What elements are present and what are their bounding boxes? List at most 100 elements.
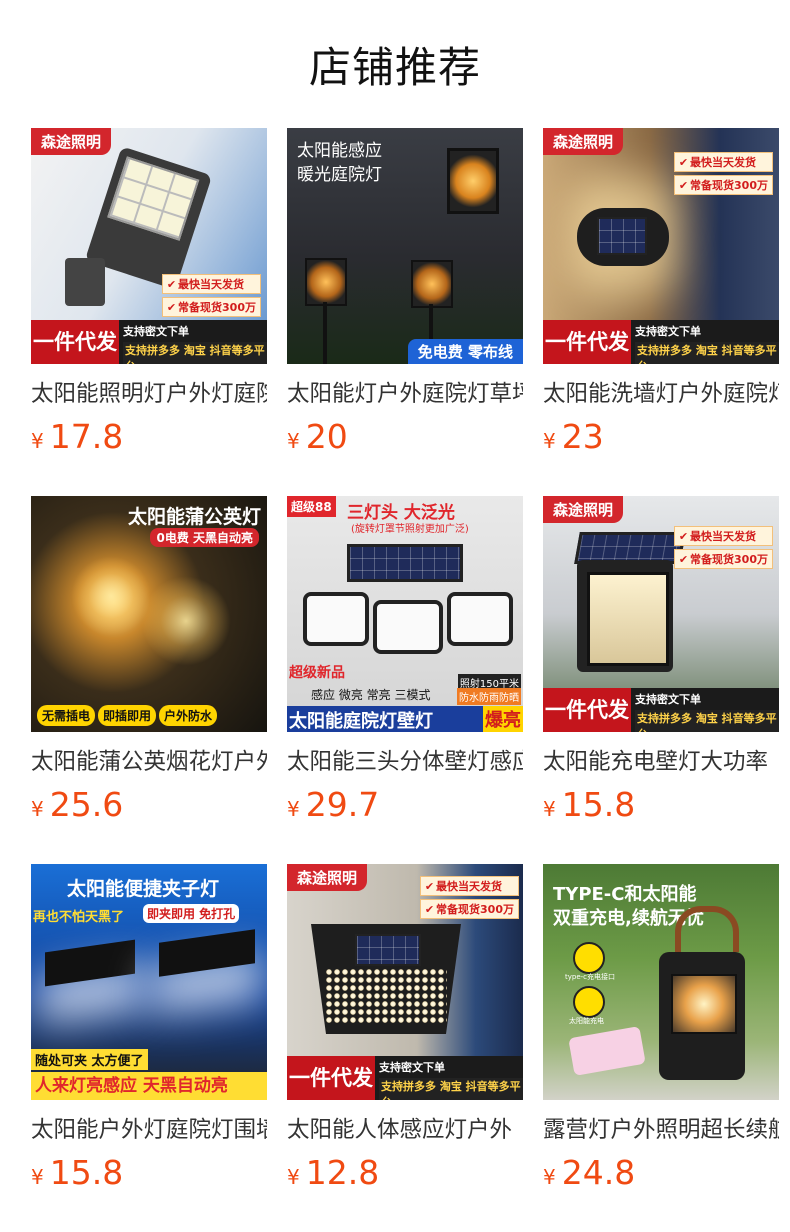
promo-bar: 一件代发 支持密文下单 支持拼多多 淘宝 抖音等多平台: [543, 688, 779, 732]
currency-symbol: ¥: [287, 1165, 300, 1189]
product-image[interactable]: 森途照明 最快当天发货 常备现货300万 一件代发 支持密文下单 支持拼多多 淘…: [287, 864, 523, 1100]
lamp-post: [305, 258, 347, 306]
brand-label: 森途照明: [31, 128, 112, 155]
bottom-label: 随处可夹 太方便了: [31, 1049, 148, 1070]
firework-burst: [141, 576, 231, 666]
tag-list: 最快当天发货 常备现货300万: [161, 274, 261, 320]
promo-line2: 支持拼多多 淘宝 抖音等多平台: [123, 342, 267, 364]
modes-label: 感应 微亮 常亮 三模式: [311, 688, 431, 702]
promo-line1: 支持密文下单: [123, 325, 189, 338]
product-card[interactable]: 超级88 三灯头 大泛光 (旋转灯罩节照射更加广泛) 超级新品 照射150平米 …: [287, 496, 523, 828]
product-image[interactable]: 太阳能感应 暖光庭院灯 免电费 零布线: [287, 128, 523, 364]
product-image[interactable]: 森途照明 最快当天发货 常备现货300万 一件代发 支持密文下单 支持拼多多 淘…: [31, 128, 267, 364]
corner-badge: 超级88: [287, 496, 336, 517]
product-card[interactable]: 太阳能蒲公英灯 0电费 天黑自动亮 无需插电 即插即用 户外防水 太阳能蒲公英烟花灯…: [31, 496, 267, 828]
product-card[interactable]: 森途照明 最快当天发货 常备现货300万 一件代发 支持密文下单 支持拼多多 淘…: [31, 128, 267, 460]
currency-symbol: ¥: [287, 797, 300, 821]
price-value: 17.8: [49, 417, 124, 456]
lamp-mount: [65, 258, 105, 306]
tag-list: 最快当天发货 常备现货300万: [673, 152, 773, 198]
product-image[interactable]: 森途照明 最快当天发货 常备现货300万 一件代发 支持密文下单 支持拼多多 淘…: [543, 496, 779, 732]
promo-banner: 免电费 零布线: [407, 339, 523, 364]
price-value: 15.8: [561, 785, 636, 824]
dropship-badge: 一件代发: [31, 320, 119, 364]
product-name[interactable]: 太阳能蒲公英烟花灯户外: [31, 748, 267, 776]
product-image[interactable]: 森途照明 最快当天发货 常备现货300万 一件代发 支持密文下单 支持拼多多 淘…: [543, 128, 779, 364]
product-name[interactable]: 露营灯户外照明超长续航: [543, 1116, 779, 1144]
feature-pill: 户外防水: [159, 705, 218, 726]
image-subtitle: 0电费 天黑自动亮: [150, 528, 259, 547]
currency-symbol: ¥: [31, 429, 44, 453]
product-image[interactable]: TYPE-C和太阳能 双重充电,续航无忧 type-c充电接口 太阳能充电: [543, 864, 779, 1100]
product-card[interactable]: 森途照明 最快当天发货 常备现货300万 一件代发 支持密文下单 支持拼多多 淘…: [543, 496, 779, 828]
product-price: ¥20: [287, 420, 523, 460]
product-card[interactable]: 森途照明 最快当天发货 常备现货300万 一件代发 支持密文下单 支持拼多多 淘…: [287, 864, 523, 1196]
product-card[interactable]: TYPE-C和太阳能 双重充电,续航无忧 type-c充电接口 太阳能充电 露营…: [543, 864, 779, 1196]
tag: 常备现货300万: [161, 297, 261, 317]
sun-icon: [573, 986, 605, 1018]
clip-lamp: [45, 939, 135, 987]
hot-label: 爆亮: [483, 706, 523, 732]
tag: 常备现货300万: [673, 549, 773, 569]
promo-bar: 一件代发 支持密文下单 支持拼多多 淘宝 抖音等多平台: [543, 320, 779, 364]
image-subtitle: 即夹即用 免打孔: [143, 904, 240, 923]
led-array: [325, 968, 447, 1024]
promo-bar: 一件代发 支持密文下单 支持拼多多 淘宝 抖音等多平台: [287, 1056, 523, 1100]
currency-symbol: ¥: [31, 797, 44, 821]
image-title: 暖光庭院灯: [297, 165, 382, 185]
lamp-body: [311, 924, 461, 1034]
bottom-banner: 人来灯亮感应 天黑自动亮: [31, 1072, 267, 1100]
power-bank: [568, 1026, 646, 1076]
lamp-body: [577, 208, 669, 266]
product-name[interactable]: 太阳能灯户外庭院灯草坪灯: [287, 380, 523, 408]
product-name[interactable]: 太阳能充电壁灯大功率: [543, 748, 779, 776]
price-value: 23: [561, 417, 604, 456]
tag-list: 最快当天发货 常备现货300万: [673, 526, 773, 572]
feature-pills: 无需插电 即插即用 户外防水: [37, 705, 220, 726]
promo-line1: 支持密文下单: [379, 1061, 445, 1074]
lamp-head: [447, 148, 499, 214]
tag-list: 最快当天发货 常备现货300万: [419, 876, 519, 922]
price-value: 25.6: [49, 785, 124, 824]
dropship-badge: 一件代发: [543, 688, 631, 732]
promo-line2: 支持拼多多 淘宝 抖音等多平台: [635, 710, 779, 732]
product-card[interactable]: 森途照明 最快当天发货 常备现货300万 一件代发 支持密文下单 支持拼多多 淘…: [543, 128, 779, 460]
currency-symbol: ¥: [543, 1165, 556, 1189]
price-value: 12.8: [305, 1153, 380, 1192]
product-image[interactable]: 超级88 三灯头 大泛光 (旋转灯罩节照射更加广泛) 超级新品 照射150平米 …: [287, 496, 523, 732]
image-title: 太阳能感应: [297, 141, 382, 161]
lantern-body: [659, 952, 745, 1080]
waterproof-label: 防水防雨防晒: [457, 688, 521, 705]
tag: 最快当天发货: [673, 152, 773, 172]
image-title: TYPE-C和太阳能: [553, 884, 697, 905]
product-card[interactable]: 太阳能感应 暖光庭院灯 免电费 零布线 太阳能灯户外庭院灯草坪灯 ¥20: [287, 128, 523, 460]
product-card[interactable]: 太阳能便捷夹子灯 再也不怕天黑了 即夹即用 免打孔 随处可夹 太方便了 人来灯亮…: [31, 864, 267, 1196]
product-price: ¥29.7: [287, 788, 523, 828]
product-price: ¥24.8: [543, 1156, 779, 1196]
product-name[interactable]: 太阳能三头分体壁灯感应: [287, 748, 523, 776]
product-image[interactable]: 太阳能便捷夹子灯 再也不怕天黑了 即夹即用 免打孔 随处可夹 太方便了 人来灯亮…: [31, 864, 267, 1100]
price-value: 15.8: [49, 1153, 124, 1192]
brand-label: 森途照明: [543, 128, 624, 155]
lamp-glass: [587, 572, 669, 666]
promo-bar: 一件代发 支持密文下单 支持拼多多 淘宝 抖音等多平台: [31, 320, 267, 364]
product-image[interactable]: 太阳能蒲公英灯 0电费 天黑自动亮 无需插电 即插即用 户外防水: [31, 496, 267, 732]
lamp-post: [411, 260, 453, 308]
image-title: 太阳能便捷夹子灯: [67, 878, 220, 900]
solar-panel: [347, 544, 463, 582]
brand-label: 森途照明: [287, 864, 368, 891]
currency-symbol: ¥: [31, 1165, 44, 1189]
product-price: ¥23: [543, 420, 779, 460]
banner-text: 太阳能庭院灯壁灯: [289, 711, 433, 732]
product-name[interactable]: 太阳能照明灯户外灯庭院灯: [31, 380, 267, 408]
tag: 最快当天发货: [161, 274, 261, 294]
image-title: 太阳能蒲公英灯: [127, 506, 261, 528]
currency-symbol: ¥: [287, 429, 300, 453]
product-name[interactable]: 太阳能户外灯庭院灯围墙: [31, 1116, 267, 1144]
tag: 最快当天发货: [419, 876, 519, 896]
currency-symbol: ¥: [543, 429, 556, 453]
product-price: ¥15.8: [31, 1156, 267, 1196]
product-name[interactable]: 太阳能人体感应灯户外: [287, 1116, 523, 1144]
product-name[interactable]: 太阳能洗墙灯户外庭院灯: [543, 380, 779, 408]
promo-line2: 支持拼多多 淘宝 抖音等多平台: [635, 342, 779, 364]
